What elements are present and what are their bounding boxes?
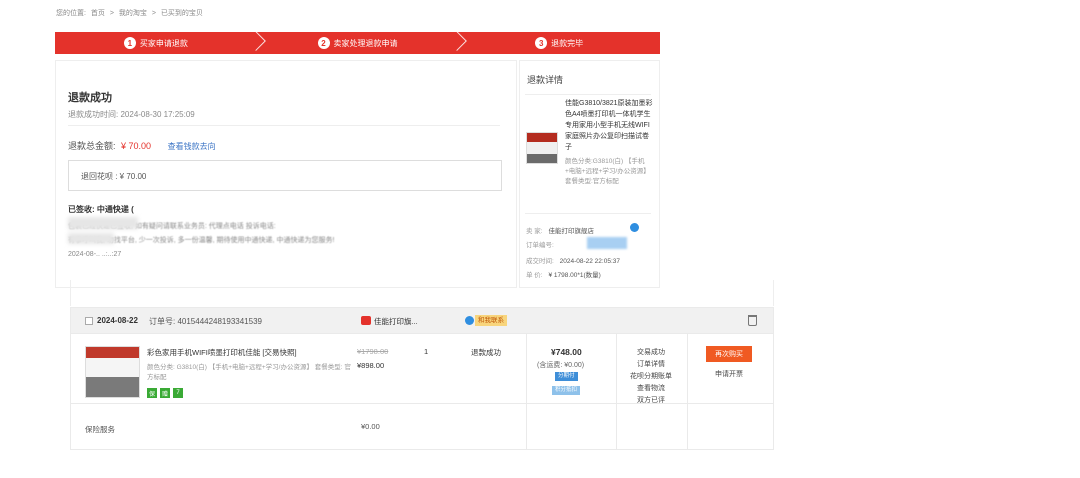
breadcrumb-bought[interactable]: 已买到的宝贝: [161, 10, 203, 17]
step-number: 3: [535, 37, 548, 49]
order-card: 2024-08-22 订单号: 4015444248193341539 佳能打印…: [70, 280, 774, 450]
product-thumbnail[interactable]: [526, 132, 558, 164]
installment-tag: 分期付: [555, 372, 578, 381]
order-item-row: 彩色家用手机WIFI喷墨打印机佳能 [交易快照] 颜色分类: G3810(白) …: [70, 334, 774, 450]
breadcrumb-prefix: 您的位置:: [56, 10, 86, 17]
refund-time: 退款成功时间: 2024-08-30 17:25:09: [68, 109, 195, 120]
refund-time-value: 2024-08-30 17:25:09: [120, 110, 195, 119]
refund-total: 退款总金额: ¥ 70.00 查看钱款去向: [68, 139, 216, 152]
contact-seller-button[interactable]: 和我联系: [475, 315, 507, 326]
original-price: ¥1798.00: [357, 347, 389, 356]
product-thumbnail[interactable]: [85, 346, 140, 398]
refund-total-amount: ¥ 70.00: [121, 141, 152, 151]
refund-status-panel: 退款成功 退款成功时间: 2024-08-30 17:25:09 退款总金额: …: [55, 60, 517, 288]
redacted-block: [68, 217, 138, 229]
seller-row: 卖 家: 佳能打印旗舰店: [526, 225, 594, 235]
refund-title: 退款成功: [68, 92, 112, 104]
divider: [68, 125, 500, 126]
insurance-label: 保险服务: [85, 425, 115, 434]
product-sku: 颜色分类: G3810(白) 【手机+电脑+远程+学习/办公资源】 套餐类型: …: [147, 364, 351, 381]
chat-icon[interactable]: [630, 223, 639, 232]
refund-total-label: 退款总金额:: [68, 141, 116, 151]
divider: [525, 213, 651, 214]
step-label: 退款完毕: [551, 38, 584, 48]
step-label: 买家申请退款: [139, 38, 188, 48]
breadcrumb-my-taobao[interactable]: 我的淘宝: [119, 10, 147, 17]
service-badges: 保 赠 7: [147, 388, 183, 398]
huabei-refund-box: 退回花呗 : ¥ 70.00: [68, 160, 502, 191]
step-number: 1: [123, 37, 136, 49]
breadcrumb: 您的位置: 首页 > 我的淘宝 > 已买到的宝贝: [56, 8, 206, 18]
huabei-refund-text: 退回花呗 : ¥ 70.00: [81, 172, 147, 181]
redacted-order-no: [587, 237, 627, 249]
step-number: 2: [317, 37, 330, 49]
refund-status-label[interactable]: 退款成功: [471, 347, 501, 358]
order-no-label: 订单编号:: [526, 242, 554, 249]
product-sku: 颜色分类:G3810(白) 【手机+电脑+远程+学习/办公资源】 套餐类型:官方…: [565, 158, 650, 185]
order-top-area: [70, 280, 774, 306]
seven-day-return-badge[interactable]: 7: [173, 388, 183, 398]
order-actions: 交易成功 订单详情 花呗分期账单 查看物流 双方已评: [627, 347, 675, 407]
step-seller-process: 2 卖家处理退款申请: [257, 31, 468, 54]
trace-money-link[interactable]: 查看钱款去向: [168, 142, 216, 151]
signed-extra: (: [131, 205, 134, 214]
step-label: 卖家处理退款申请: [333, 38, 398, 48]
order-no-row: 订单编号:: [526, 239, 554, 249]
signed-status: 已签收: 中通快递 (: [68, 204, 134, 215]
divider: [525, 94, 651, 95]
order-date: 2024-08-22: [97, 316, 138, 325]
quantity: 1: [424, 347, 429, 356]
points-tag: 积分抵扣: [552, 386, 581, 395]
product-name-link[interactable]: 佳能G3810/3821原装加墨彩色A4喷墨打印机一体机学生专用家用小型手机无线…: [565, 98, 653, 153]
gift-badge[interactable]: 赠: [160, 388, 170, 398]
insurance-value: ¥0.00: [361, 422, 380, 431]
shipping-fee: (含运费: ¥0.00): [537, 362, 585, 369]
unit-price-value: ¥ 1798.00*1(数量): [548, 272, 601, 279]
deal-time-row: 成交时间: 2024-08-22 22:05:37: [526, 255, 620, 265]
refund-detail-panel: 退款详情 佳能G3810/3821原装加墨彩色A4喷墨打印机一体机学生专用家用小…: [519, 60, 660, 288]
refund-detail-title: 退款详情: [527, 75, 564, 85]
view-logistics-link[interactable]: 查看物流: [627, 383, 675, 395]
trash-icon[interactable]: [748, 315, 757, 326]
shop-name-link[interactable]: 佳能打印旗...: [374, 316, 418, 327]
unit-price: ¥898.00: [357, 361, 385, 370]
step-apply: 1 买家申请退款: [55, 31, 266, 54]
paid-total: ¥748.00: [551, 347, 582, 357]
insurance-row: 保险服务 ¥0.00: [70, 404, 774, 450]
seller-name[interactable]: 佳能打印旗舰店: [548, 228, 594, 235]
refund-progress-steps: 1 买家申请退款 2 卖家处理退款申请 3 退款完毕: [55, 31, 660, 54]
signed-label: 已签收: 中通快递: [68, 205, 129, 214]
apply-invoice-link[interactable]: 申请开票: [715, 369, 743, 379]
product-name-link[interactable]: 彩色家用手机WIFI喷墨打印机佳能 [交易快照]: [147, 347, 297, 358]
unit-price-label: 单 价:: [526, 272, 543, 279]
guarantee-badge[interactable]: 保: [147, 388, 157, 398]
breadcrumb-sep: >: [151, 10, 156, 17]
deal-time-label: 成交时间:: [526, 258, 554, 265]
trade-status: 交易成功: [637, 349, 665, 356]
seller-label: 卖 家:: [526, 228, 543, 235]
step-complete: 3 退款完毕: [458, 32, 660, 54]
order-header: 2024-08-22 订单号: 4015444248193341539 佳能打印…: [70, 307, 774, 334]
huabei-bill-link[interactable]: 花呗分期账单: [627, 371, 675, 383]
deal-time-value: 2024-08-22 22:05:37: [559, 258, 620, 265]
signed-time: 2024-08-.. ..:..:27: [68, 251, 122, 258]
breadcrumb-sep: >: [109, 10, 114, 17]
order-detail-link[interactable]: 订单详情: [627, 359, 675, 371]
order-checkbox[interactable]: [85, 317, 93, 325]
redacted-block: [68, 233, 114, 244]
order-number: 订单号: 4015444248193341539: [149, 317, 262, 326]
breadcrumb-home[interactable]: 首页: [91, 10, 105, 17]
refund-time-label: 退款成功时间:: [68, 110, 119, 119]
shop-icon: [361, 316, 371, 325]
unit-price-row: 单 价: ¥ 1798.00*1(数量): [526, 269, 601, 279]
chat-icon[interactable]: [465, 316, 474, 325]
rebuy-button[interactable]: 再次购买: [706, 346, 752, 362]
